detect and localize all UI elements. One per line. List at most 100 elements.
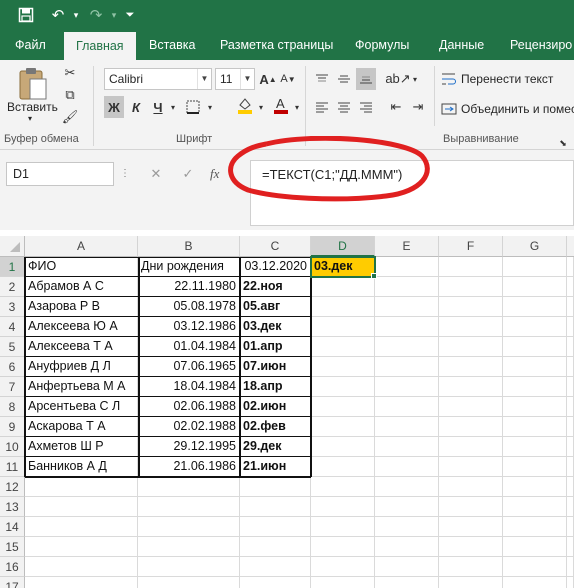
empty-cell[interactable] xyxy=(567,557,574,577)
empty-cell[interactable] xyxy=(439,477,503,497)
underline-button[interactable]: Ч xyxy=(148,96,168,118)
cell-b[interactable]: Дни рождения xyxy=(138,257,240,277)
empty-cell[interactable] xyxy=(503,477,567,497)
row-header[interactable]: 14 xyxy=(0,517,25,537)
row-header[interactable]: 10 xyxy=(0,437,25,457)
empty-cell[interactable] xyxy=(503,537,567,557)
cell-a[interactable]: Ануфриев Д Л xyxy=(25,357,138,377)
empty-cell[interactable] xyxy=(503,357,567,377)
empty-cell[interactable] xyxy=(25,577,138,588)
empty-cell[interactable] xyxy=(375,377,439,397)
empty-cell[interactable] xyxy=(25,537,138,557)
empty-cell[interactable] xyxy=(567,457,574,477)
empty-cell[interactable] xyxy=(567,297,574,317)
orientation-icon[interactable]: ab↗ xyxy=(385,68,410,90)
cell-c[interactable]: 21.июн xyxy=(240,457,311,477)
empty-cell[interactable] xyxy=(439,357,503,377)
empty-cell[interactable] xyxy=(439,457,503,477)
align-top-icon[interactable] xyxy=(312,68,332,90)
empty-cell[interactable] xyxy=(375,277,439,297)
empty-cell[interactable] xyxy=(503,257,567,277)
merge-center-button[interactable]: Объединить и помес xyxy=(461,102,574,116)
empty-cell[interactable] xyxy=(311,377,375,397)
paste-dropdown-icon[interactable]: ▾ xyxy=(28,114,32,123)
empty-cell[interactable] xyxy=(375,317,439,337)
empty-cell[interactable] xyxy=(503,557,567,577)
empty-cell[interactable] xyxy=(311,497,375,517)
empty-cell[interactable] xyxy=(439,257,503,277)
fill-color-icon[interactable] xyxy=(234,94,256,116)
empty-cell[interactable] xyxy=(25,557,138,577)
empty-cell[interactable] xyxy=(375,397,439,417)
empty-cell[interactable] xyxy=(240,537,311,557)
empty-cell[interactable] xyxy=(375,517,439,537)
fill-color-dropdown-icon[interactable]: ▾ xyxy=(256,96,266,118)
cell-c[interactable]: 18.апр xyxy=(240,377,311,397)
cell-a[interactable]: Банников А Д xyxy=(25,457,138,477)
empty-cell[interactable] xyxy=(311,457,375,477)
tab-formulas[interactable]: Формулы xyxy=(355,30,409,60)
row-header[interactable]: 5 xyxy=(0,337,25,357)
align-left-icon[interactable] xyxy=(312,96,332,118)
empty-cell[interactable] xyxy=(439,497,503,517)
cell-a[interactable]: Алексеева Т А xyxy=(25,337,138,357)
font-color-dropdown-icon[interactable]: ▾ xyxy=(292,96,302,118)
column-header-c[interactable]: C xyxy=(240,236,311,257)
name-box[interactable]: D1 xyxy=(6,162,114,186)
empty-cell[interactable] xyxy=(311,317,375,337)
empty-cell[interactable] xyxy=(503,297,567,317)
row-header[interactable]: 8 xyxy=(0,397,25,417)
empty-cell[interactable] xyxy=(375,557,439,577)
cell-b[interactable]: 21.06.1986 xyxy=(138,457,240,477)
cell-c[interactable]: 01.апр xyxy=(240,337,311,357)
empty-cell[interactable] xyxy=(567,497,574,517)
empty-cell[interactable] xyxy=(567,397,574,417)
decrease-indent-icon[interactable]: ⇤ xyxy=(386,96,406,118)
customize-toolbar-icon[interactable]: ⏷ xyxy=(118,4,142,26)
row-header[interactable]: 12 xyxy=(0,477,25,497)
column-header-g[interactable]: G xyxy=(503,236,567,257)
font-color-icon[interactable]: A xyxy=(270,94,292,116)
empty-cell[interactable] xyxy=(375,417,439,437)
empty-cell[interactable] xyxy=(503,497,567,517)
row-header[interactable]: 9 xyxy=(0,417,25,437)
empty-cell[interactable] xyxy=(439,417,503,437)
cut-icon[interactable]: ✂ xyxy=(60,62,80,84)
column-header-e[interactable]: E xyxy=(375,236,439,257)
decrease-font-icon[interactable]: A ▼ xyxy=(279,68,297,90)
cell-a[interactable]: Алексеева Ю А xyxy=(25,317,138,337)
empty-cell[interactable] xyxy=(311,517,375,537)
empty-cell[interactable] xyxy=(375,437,439,457)
cell-c[interactable]: 02.июн xyxy=(240,397,311,417)
row-header[interactable]: 4 xyxy=(0,317,25,337)
empty-cell[interactable] xyxy=(25,497,138,517)
borders-dropdown-icon[interactable]: ▾ xyxy=(205,96,215,118)
row-header[interactable]: 15 xyxy=(0,537,25,557)
empty-cell[interactable] xyxy=(375,357,439,377)
empty-cell[interactable] xyxy=(503,577,567,588)
paste-icon[interactable] xyxy=(16,66,50,102)
cell-b[interactable]: 22.11.1980 xyxy=(138,277,240,297)
empty-cell[interactable] xyxy=(138,517,240,537)
empty-cell[interactable] xyxy=(240,497,311,517)
empty-cell[interactable] xyxy=(375,577,439,588)
empty-cell[interactable] xyxy=(311,297,375,317)
empty-cell[interactable] xyxy=(311,417,375,437)
empty-cell[interactable] xyxy=(439,437,503,457)
align-bottom-icon[interactable] xyxy=(356,68,376,90)
empty-cell[interactable] xyxy=(25,517,138,537)
cell-c[interactable]: 07.июн xyxy=(240,357,311,377)
empty-cell[interactable] xyxy=(503,317,567,337)
empty-cell[interactable] xyxy=(567,317,574,337)
cell-b[interactable]: 01.04.1984 xyxy=(138,337,240,357)
cell-b[interactable]: 29.12.1995 xyxy=(138,437,240,457)
font-name-select[interactable]: Calibri ▼ xyxy=(104,68,212,90)
empty-cell[interactable] xyxy=(311,437,375,457)
empty-cell[interactable] xyxy=(567,377,574,397)
align-right-icon[interactable] xyxy=(356,96,376,118)
font-size-select[interactable]: 11 ▼ xyxy=(215,68,255,90)
paste-label[interactable]: Вставить xyxy=(7,100,58,114)
row-header[interactable]: 17 xyxy=(0,577,25,588)
row-header[interactable]: 13 xyxy=(0,497,25,517)
cell-a[interactable]: ФИО xyxy=(25,257,138,277)
